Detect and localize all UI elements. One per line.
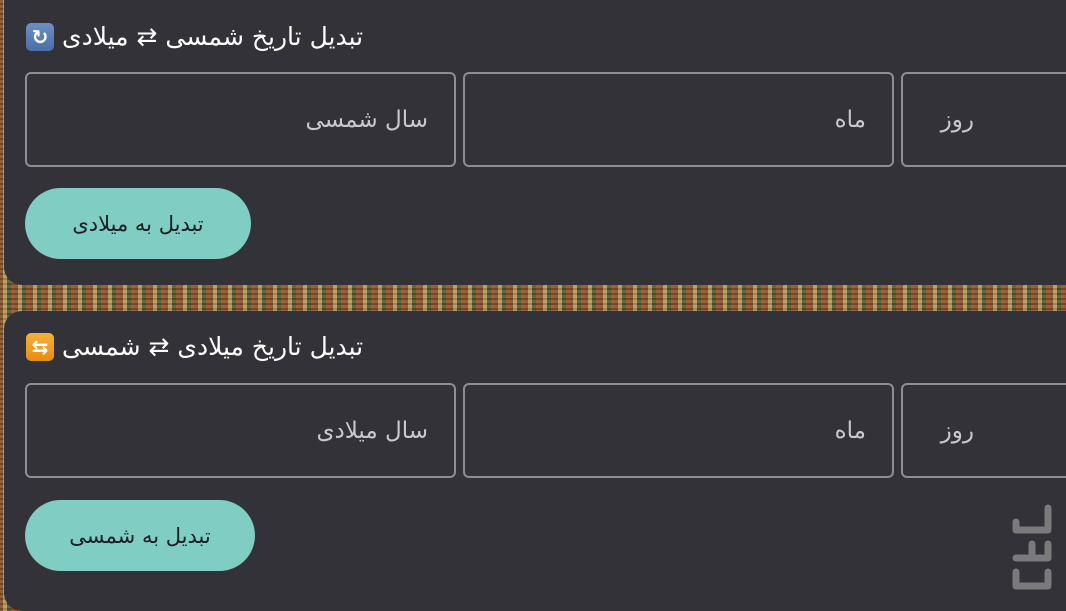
shamsi-day-input[interactable]	[903, 74, 1066, 165]
gregorian-year-input[interactable]	[27, 385, 454, 476]
gregorian-to-shamsi-card: ⇆ تبدیل تاریخ میلادی ⇄ شمسی تبدیل به شمس…	[4, 311, 1066, 611]
convert-to-gregorian-button[interactable]: تبدیل به میلادی	[25, 188, 251, 259]
gregorian-day-field[interactable]	[901, 383, 1066, 478]
shamsi-month-input[interactable]	[465, 74, 892, 165]
gregorian-year-field[interactable]	[25, 383, 456, 478]
refresh-icon: ↻	[26, 22, 54, 51]
section-title-row: ↻ تبدیل تاریخ شمسی ⇄ میلادی	[26, 22, 363, 51]
section-title: تبدیل تاریخ میلادی ⇄ شمسی	[62, 332, 364, 361]
shamsi-month-field[interactable]	[463, 72, 894, 167]
repeat-icon: ⇆	[26, 332, 54, 361]
shamsi-year-field[interactable]	[25, 72, 456, 167]
section-title-row: ⇆ تبدیل تاریخ میلادی ⇄ شمسی	[26, 332, 363, 361]
shamsi-year-input[interactable]	[27, 74, 454, 165]
shamsi-day-field[interactable]	[901, 72, 1066, 167]
cafebazaar-logo-icon	[1012, 504, 1052, 590]
gregorian-month-input[interactable]	[465, 385, 892, 476]
convert-to-shamsi-button[interactable]: تبدیل به شمسی	[25, 500, 255, 571]
gregorian-day-input[interactable]	[903, 385, 1066, 476]
section-title: تبدیل تاریخ شمسی ⇄ میلادی	[62, 22, 364, 51]
gregorian-month-field[interactable]	[463, 383, 894, 478]
shamsi-to-gregorian-card: ↻ تبدیل تاریخ شمسی ⇄ میلادی تبدیل به میل…	[4, 0, 1066, 285]
